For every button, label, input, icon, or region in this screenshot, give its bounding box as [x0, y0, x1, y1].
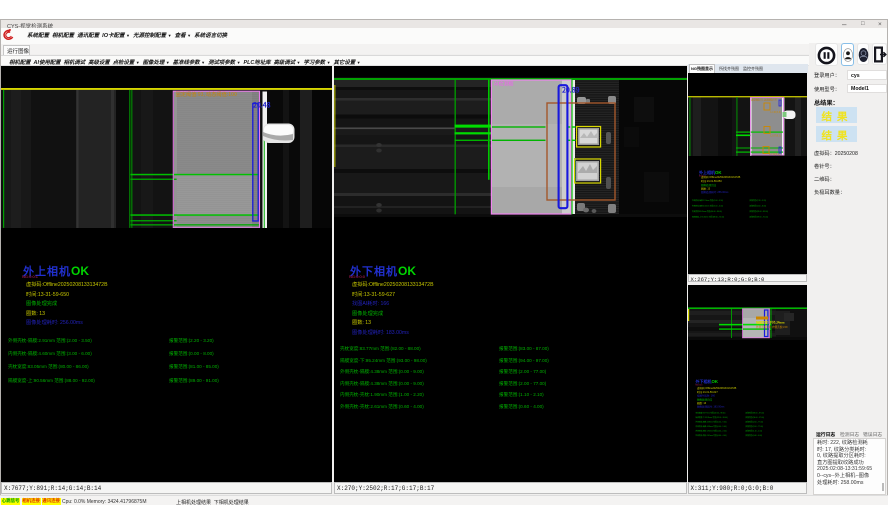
svg-text:固定阈值:93, 动态阈值:100: 固定阈值:93, 动态阈值:100 — [176, 90, 238, 98]
svg-text:20.48: 20.48 — [253, 101, 271, 111]
svg-text:20.89: 20.89 — [562, 86, 580, 96]
svg-text:AI检测框: AI检测框 — [494, 81, 514, 88]
